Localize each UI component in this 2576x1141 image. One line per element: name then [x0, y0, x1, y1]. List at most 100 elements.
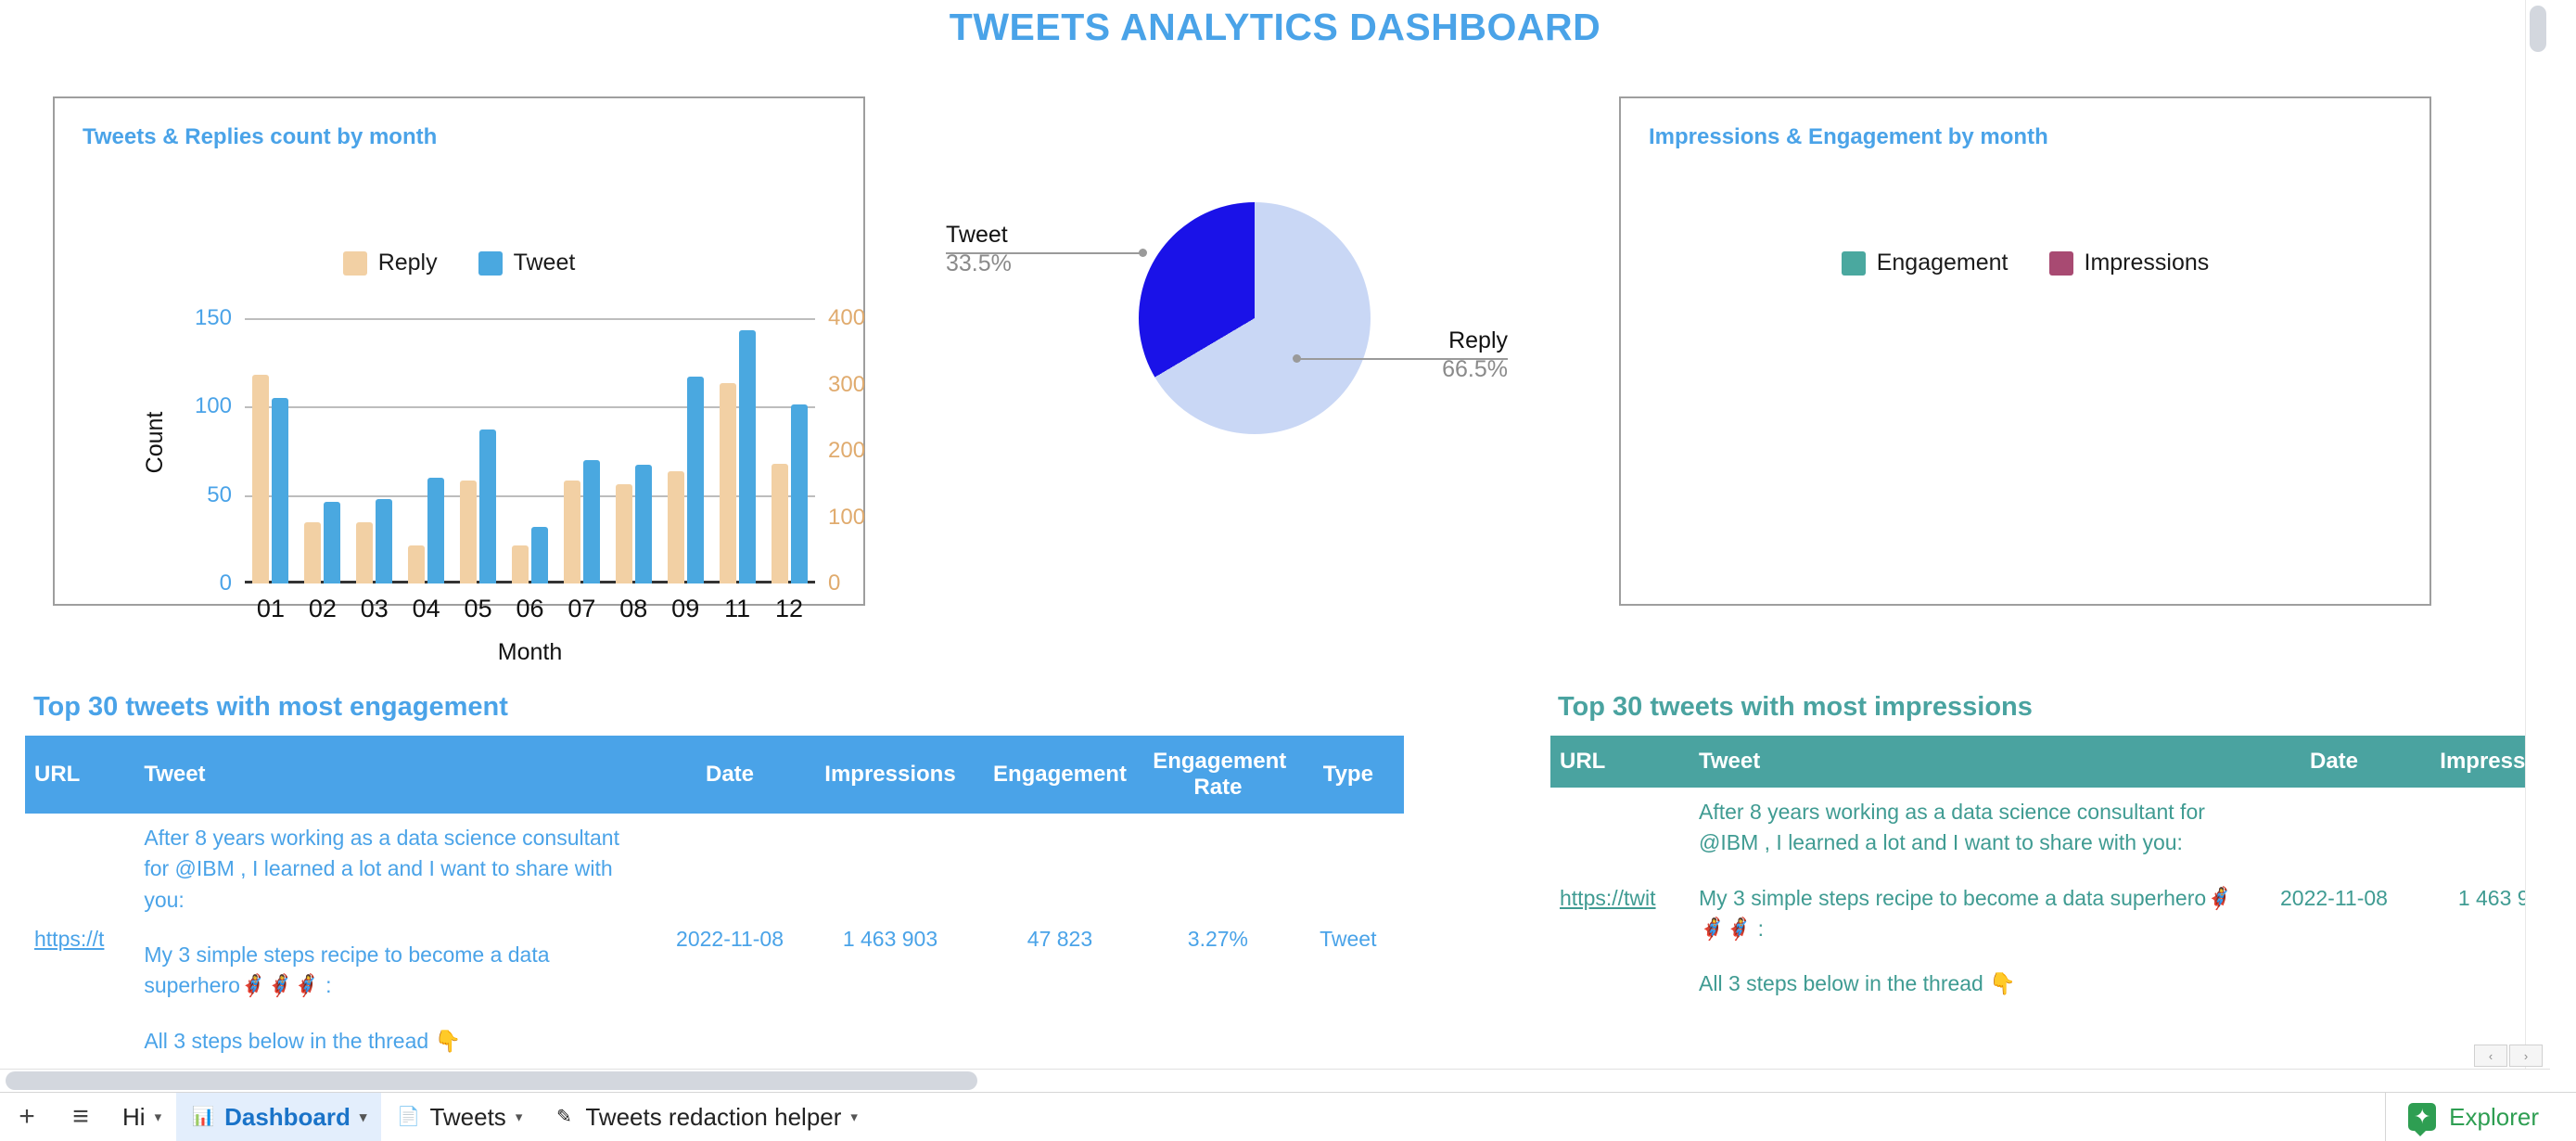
table-title-engagement: Top 30 tweets with most engagement [33, 692, 508, 722]
bar-group: 08 [607, 301, 659, 622]
cell-type: Tweet [1320, 927, 1377, 952]
bar-reply [356, 521, 374, 583]
table-column-header[interactable]: URL [1550, 736, 1690, 788]
bar-tweet [582, 459, 600, 583]
explorer-button[interactable]: ✦ Explorer [2385, 1093, 2576, 1141]
bar-group: 12 [763, 301, 815, 622]
y-axis-tick-left: 0 [219, 570, 232, 596]
sheet-tab-label: Tweets [429, 1102, 506, 1131]
tweet-text-paragraph: All 3 steps below in the thread 👇 [1699, 971, 2016, 996]
legend-label-engagement: Engagement [1876, 250, 2009, 276]
sheet-nav-arrows[interactable]: ‹ › [2474, 1045, 2543, 1067]
chevron-down-icon[interactable]: ▾ [850, 1109, 858, 1125]
sheet-tab-icon: ✎ [555, 1107, 572, 1127]
chevron-down-icon[interactable]: ▾ [155, 1109, 162, 1125]
sheet-tab-label: Tweets redaction helper [585, 1102, 842, 1131]
plot-area-tweets-replies: Count Month 0 50 100 150 0 100 200 300 400 01 02 03… [142, 301, 865, 665]
table-column-header[interactable]: Engagement [976, 736, 1144, 814]
add-sheet-button[interactable]: + [0, 1093, 54, 1141]
sheet-tab-tweets[interactable]: 📄 Tweets ▾ [381, 1093, 537, 1141]
table-header-row: URLTweetDateImpressions [1550, 736, 2550, 788]
bar-group: 04 [401, 301, 453, 622]
table-column-header[interactable]: Tweet [1690, 736, 2246, 788]
x-axis-tick: 03 [360, 595, 389, 622]
pie-leader-line-reply [1296, 358, 1396, 360]
legend-swatch-engagement [1841, 250, 1866, 276]
pie-chart-tweet-reply-share: Tweet 33.5% Reply 66.5% [946, 176, 1595, 547]
x-axis-tick: 11 [724, 595, 751, 622]
vertical-scrollbar-thumb[interactable] [2530, 6, 2546, 52]
legend-item-impressions: Impressions [2048, 250, 2210, 276]
all-sheets-menu-button[interactable]: ≡ [54, 1093, 108, 1141]
legend-swatch-tweet [478, 250, 503, 276]
tweet-text-paragraph: After 8 years working as a data science … [144, 826, 619, 912]
table-column-header[interactable]: Date [655, 736, 805, 814]
table-column-header[interactable]: URL [25, 736, 135, 814]
pie-leader-line-tweet [1042, 252, 1142, 254]
pie-leader-underline-tweet [946, 252, 1042, 254]
sheet-tab-icon: 📄 [396, 1107, 420, 1127]
cell-url: https://twit [1550, 788, 1690, 1009]
y-axis-label-left-chart: Count [141, 411, 168, 473]
nav-prev-button[interactable]: ‹ [2474, 1045, 2507, 1067]
cell-impressions: 1 463 903 [842, 927, 938, 952]
x-axis-tick: 02 [308, 595, 337, 622]
y-axis-tick-right: 400 [828, 305, 866, 331]
bar-reply [719, 383, 736, 583]
bar-reply [667, 470, 684, 583]
bar-reply [615, 483, 632, 583]
sheet-tab-hi[interactable]: Hi ▾ [108, 1093, 176, 1141]
bar-reply [460, 481, 478, 583]
tweet-url-link[interactable]: https://t [34, 927, 104, 951]
y-axis-tick-left: 50 [207, 481, 232, 507]
table-column-header[interactable]: Engagement Rate [1143, 736, 1293, 814]
bar-tweet [738, 330, 756, 583]
sheet-tab-tweets-redaction-helper[interactable]: ✎ Tweets redaction helper ▾ [537, 1093, 873, 1141]
bar-group: 01 [245, 301, 297, 622]
bar-tweet [530, 527, 548, 583]
legend-swatch-impressions [2048, 250, 2073, 276]
x-axis-tick: 07 [567, 595, 596, 622]
tweet-text-paragraph: My 3 simple steps recipe to become a dat… [144, 942, 550, 998]
x-axis-tick: 09 [671, 595, 700, 622]
chart-card-tweets-replies: Tweets & Replies count by month Reply Tw… [53, 96, 865, 665]
tweet-text-paragraph: My 3 simple steps recipe to become a dat… [1699, 885, 2233, 942]
table-header-row: URL Tweet Date Impressions Engagement Engagem… [25, 736, 1404, 814]
page-title: TWEETS ANALYTICS DASHBOARD [949, 6, 1601, 48]
table-top-engagement: URL Tweet Date Impressions Engagement Engagem… [25, 736, 1404, 1066]
bar-tweet [634, 465, 652, 583]
bar-tweet [427, 477, 445, 583]
chevron-down-icon[interactable]: ▾ [516, 1109, 523, 1125]
tweet-url-link[interactable]: https://twit [1560, 886, 1656, 910]
table-column-header[interactable]: Impressions [804, 736, 976, 814]
table-column-header[interactable]: Type [1292, 736, 1404, 814]
x-axis-tick: 06 [516, 595, 544, 622]
pie-leader-dot-tweet [1139, 249, 1147, 257]
nav-next-button[interactable]: › [2509, 1045, 2543, 1067]
spreadsheet-canvas[interactable]: TWEETS ANALYTICS DASHBOARD Tweets & Repl… [0, 0, 2550, 1069]
bar-group: 11 [711, 301, 763, 622]
bar-tweet [479, 429, 497, 583]
legend-item-tweet: Tweet [478, 250, 576, 276]
bar-tweet [790, 404, 808, 583]
table-column-header[interactable]: Tweet [134, 736, 656, 814]
table-body: https://t After 8 years working as a data… [25, 814, 1404, 1066]
y-axis-tick-left: 150 [194, 305, 232, 331]
chevron-down-icon[interactable]: ▾ [360, 1109, 367, 1125]
bar-reply [304, 521, 322, 583]
table-top-impressions: URLTweetDateImpressions https://twit Afte… [1550, 736, 2550, 1009]
explorer-label: Explorer [2449, 1102, 2539, 1131]
vertical-scrollbar-track[interactable] [2525, 0, 2550, 1069]
horizontal-scrollbar-thumb[interactable] [6, 1071, 977, 1090]
cell-url: https://t [25, 814, 134, 1066]
table-title-impressions: Top 30 tweets with most impressions [1558, 692, 2033, 722]
bar-reply [511, 545, 529, 583]
sheet-tab-dashboard[interactable]: 📊 Dashboard ▾ [176, 1093, 382, 1141]
bar-tweet [272, 397, 289, 583]
legend-label-impressions: Impressions [2084, 250, 2210, 276]
tweet-text-paragraph: After 8 years working as a data science … [1699, 800, 2205, 855]
x-axis-tick: 04 [412, 595, 440, 622]
pie-label-reply-name: Reply [1448, 327, 1508, 353]
table-column-header[interactable]: Date [2246, 736, 2422, 788]
legend-label-tweet: Tweet [513, 250, 576, 276]
